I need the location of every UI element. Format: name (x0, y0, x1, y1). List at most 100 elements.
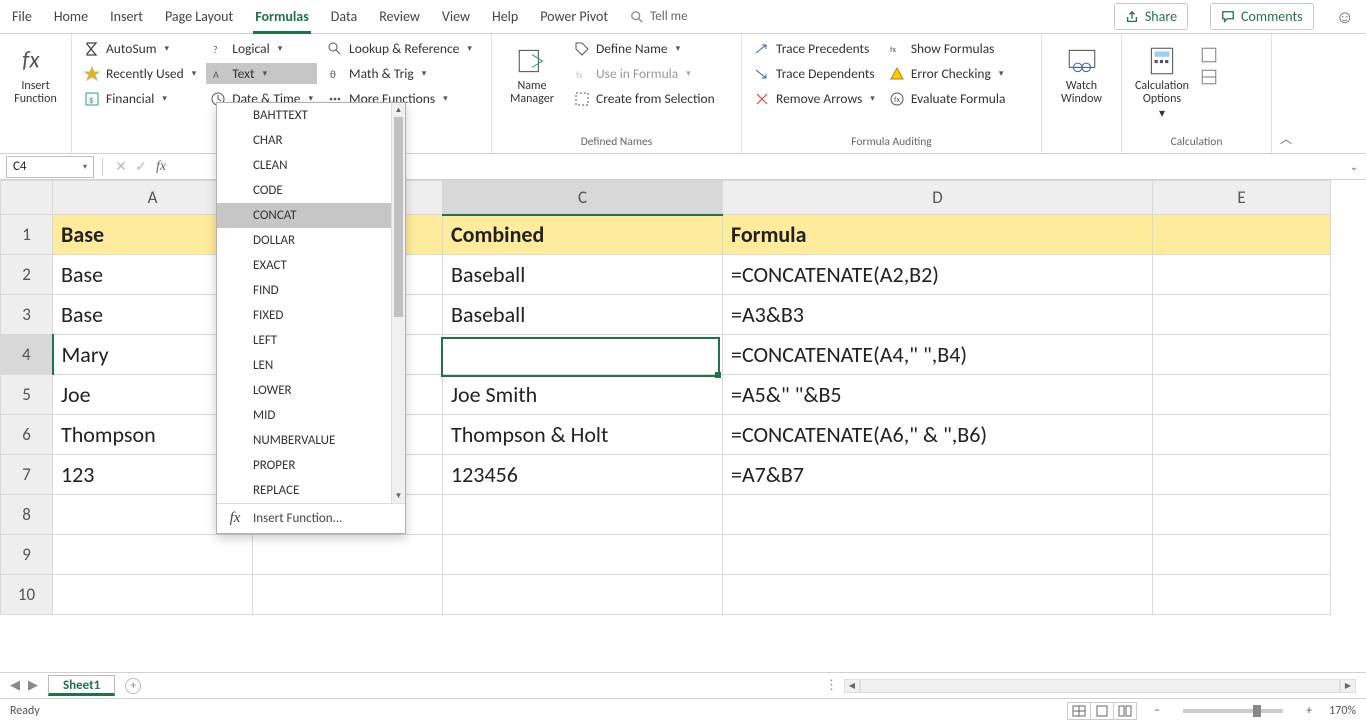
row-header[interactable]: 5 (1, 375, 53, 415)
zoom-in-button[interactable]: + (1301, 704, 1317, 718)
zoom-out-button[interactable]: − (1149, 704, 1165, 718)
tab-help[interactable]: Help (492, 8, 518, 25)
fx-button[interactable]: fx (151, 159, 171, 175)
text-function-item[interactable]: CHAR (217, 128, 405, 153)
trace-precedents-button[interactable]: Trace Precedents (750, 38, 879, 59)
cell[interactable] (1153, 455, 1331, 495)
math-trig-button[interactable]: θMath & Trig▾ (323, 63, 476, 84)
tell-me-search[interactable]: Tell me (630, 9, 687, 24)
column-header[interactable]: D (723, 181, 1153, 215)
cell[interactable]: =CONCATENATE(A6," & ",B6) (723, 415, 1153, 455)
insert-function-button[interactable]: fx Insert Function (8, 38, 63, 106)
cell[interactable] (1153, 215, 1331, 255)
cell[interactable] (1153, 495, 1331, 535)
use-in-formula-button[interactable]: fxUse in Formula▾ (570, 63, 719, 84)
text-function-item[interactable]: PROPER (217, 453, 405, 478)
add-sheet-button[interactable]: + (125, 678, 141, 694)
cell[interactable] (1153, 415, 1331, 455)
text-function-item[interactable]: LEN (217, 353, 405, 378)
expand-formula-bar-icon[interactable]: ⌄ (1350, 160, 1358, 173)
tab-home[interactable]: Home (54, 8, 88, 25)
cell[interactable] (1153, 255, 1331, 295)
cell[interactable]: Thompson & Holt (443, 415, 723, 455)
cell[interactable] (723, 495, 1153, 535)
row-header[interactable]: 9 (1, 535, 53, 575)
logical-button[interactable]: ?Logical▾ (206, 38, 317, 59)
column-header[interactable]: E (1153, 181, 1331, 215)
collapse-ribbon-button[interactable]: ︿ (1272, 34, 1300, 153)
cell[interactable] (1153, 575, 1331, 615)
watch-window-button[interactable]: Watch Window (1050, 38, 1113, 106)
cell[interactable]: Joe Smith (443, 375, 723, 415)
text-function-item[interactable]: CLEAN (217, 153, 405, 178)
cell[interactable] (443, 535, 723, 575)
text-function-item[interactable]: DOLLAR (217, 228, 405, 253)
row-header[interactable]: 7 (1, 455, 53, 495)
cell[interactable] (443, 335, 723, 375)
autosum-button[interactable]: AutoSum▾ (80, 38, 200, 59)
feedback-smiley-icon[interactable]: ☺ (1336, 6, 1354, 28)
cell[interactable] (1153, 375, 1331, 415)
tab-view[interactable]: View (442, 8, 470, 25)
row-header[interactable]: 10 (1, 575, 53, 615)
tab-file[interactable]: File (12, 8, 32, 25)
row-header[interactable]: 4 (1, 335, 53, 375)
financial-button[interactable]: $Financial▾ (80, 88, 200, 109)
cell[interactable]: Baseball (443, 295, 723, 335)
text-function-item[interactable]: BAHTTEXT (217, 103, 405, 128)
tab-power-pivot[interactable]: Power Pivot (540, 8, 608, 25)
cell[interactable] (443, 575, 723, 615)
cell[interactable] (253, 575, 443, 615)
cell[interactable] (723, 535, 1153, 575)
name-box[interactable]: C4▾ (6, 156, 94, 178)
cancel-formula-icon[interactable]: ✕ (111, 158, 131, 175)
cell[interactable] (443, 495, 723, 535)
cell[interactable]: Combined (443, 215, 723, 255)
text-function-item[interactable]: FIND (217, 278, 405, 303)
scroll-down-icon[interactable]: ▼ (392, 489, 405, 503)
text-function-item[interactable]: CODE (217, 178, 405, 203)
cell[interactable]: =CONCATENATE(A4," ",B4) (723, 335, 1153, 375)
cell[interactable] (1153, 535, 1331, 575)
lookup-reference-button[interactable]: Lookup & Reference▾ (323, 38, 476, 59)
cell[interactable] (253, 535, 443, 575)
tab-formulas[interactable]: Formulas (255, 8, 309, 25)
cell[interactable]: Baseball (443, 255, 723, 295)
view-normal-button[interactable] (1067, 702, 1091, 720)
insert-function-link[interactable]: fx Insert Function... (217, 503, 405, 533)
share-button[interactable]: Share (1114, 3, 1188, 30)
cell[interactable] (53, 575, 253, 615)
cell[interactable]: =A5&" "&B5 (723, 375, 1153, 415)
view-page-layout-button[interactable] (1090, 702, 1114, 720)
tab-insert[interactable]: Insert (110, 8, 143, 25)
text-function-item[interactable]: REPLACE (217, 478, 405, 503)
show-formulas-button[interactable]: fxShow Formulas (885, 38, 1010, 59)
text-function-item[interactable]: LEFT (217, 328, 405, 353)
row-header[interactable]: 6 (1, 415, 53, 455)
evaluate-formula-button[interactable]: fxEvaluate Formula (885, 88, 1010, 109)
spreadsheet-grid[interactable]: ABCDE 1 Base Combined Formula 2 Base Bas… (0, 180, 1366, 672)
cell[interactable] (53, 535, 253, 575)
row-header[interactable]: 2 (1, 255, 53, 295)
scroll-left-button[interactable]: ◀ (844, 679, 860, 693)
zoom-level[interactable]: 170% (1329, 704, 1356, 718)
text-functions-button[interactable]: AText▾ (206, 63, 317, 84)
sheet-tab[interactable]: Sheet1 (48, 675, 115, 696)
row-header[interactable]: 3 (1, 295, 53, 335)
cell[interactable]: =A3&B3 (723, 295, 1153, 335)
cell[interactable]: 123456 (443, 455, 723, 495)
text-function-item[interactable]: FIXED (217, 303, 405, 328)
cell[interactable] (1153, 335, 1331, 375)
enter-formula-icon[interactable]: ✓ (131, 158, 151, 175)
text-function-item[interactable]: NUMBERVALUE (217, 428, 405, 453)
text-function-item[interactable]: LOWER (217, 378, 405, 403)
cell[interactable] (1153, 295, 1331, 335)
tab-data[interactable]: Data (331, 8, 357, 25)
cell[interactable]: Formula (723, 215, 1153, 255)
text-function-item[interactable]: CONCAT (217, 203, 405, 228)
hscroll-split-icon[interactable]: ⋮ (825, 678, 838, 693)
zoom-slider[interactable] (1183, 709, 1283, 713)
define-name-button[interactable]: Define Name▾ (570, 38, 719, 59)
scroll-up-icon[interactable]: ▲ (392, 103, 405, 117)
cell[interactable]: =CONCATENATE(A2,B2) (723, 255, 1153, 295)
